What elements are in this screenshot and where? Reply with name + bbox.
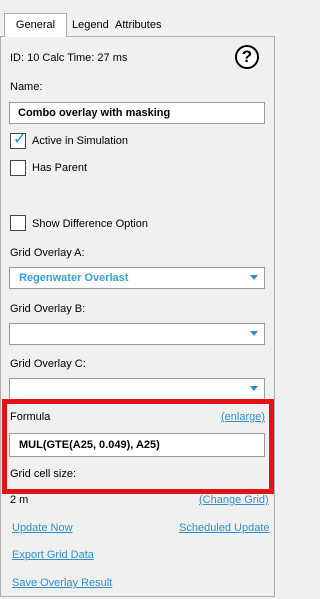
show-difference-checkbox[interactable]: [10, 215, 26, 231]
chevron-down-icon: [250, 386, 258, 391]
export-grid-data-link[interactable]: Export Grid Data: [12, 549, 94, 561]
name-value: Combo overlay with masking: [18, 107, 171, 119]
name-input[interactable]: Combo overlay with masking: [9, 102, 265, 124]
tab-attributes[interactable]: Attributes: [110, 14, 166, 36]
scheduled-update-link[interactable]: Scheduled Update: [179, 522, 270, 534]
active-in-simulation-checkbox[interactable]: ✓: [10, 131, 26, 149]
grid-cell-size-value: 2 m: [10, 494, 29, 506]
grid-overlay-a-label: Grid Overlay A:: [10, 247, 85, 259]
tab-legend[interactable]: Legend: [67, 14, 114, 36]
name-label: Name:: [10, 81, 43, 93]
formula-highlight-box: [2, 399, 274, 494]
grid-overlay-c-select[interactable]: [9, 378, 265, 400]
has-parent-label: Has Parent: [32, 162, 88, 174]
show-difference-label: Show Difference Option: [32, 218, 148, 230]
overlay-properties-panel: General Legend Attributes ID: 10 Calc Ti…: [0, 0, 277, 599]
save-overlay-result-link[interactable]: Save Overlay Result: [12, 577, 112, 589]
chevron-down-icon: [250, 331, 258, 336]
active-in-simulation-label: Active in Simulation: [32, 135, 128, 147]
grid-overlay-a-select[interactable]: Regenwater Overlast: [9, 267, 265, 289]
check-icon: ✓: [13, 131, 27, 148]
id-calc-time: ID: 10 Calc Time: 27 ms: [10, 52, 128, 64]
grid-overlay-a-value: Regenwater Overlast: [19, 272, 129, 284]
tab-general[interactable]: General: [4, 13, 67, 37]
help-icon[interactable]: ?: [235, 45, 259, 69]
chevron-down-icon: [250, 275, 258, 280]
grid-overlay-b-select[interactable]: [9, 323, 265, 345]
change-grid-link[interactable]: (Change Grid): [199, 494, 269, 506]
grid-overlay-c-label: Grid Overlay C:: [10, 358, 86, 370]
update-now-link[interactable]: Update Now: [12, 522, 73, 534]
has-parent-checkbox[interactable]: [10, 160, 26, 176]
grid-overlay-b-label: Grid Overlay B:: [10, 303, 86, 315]
